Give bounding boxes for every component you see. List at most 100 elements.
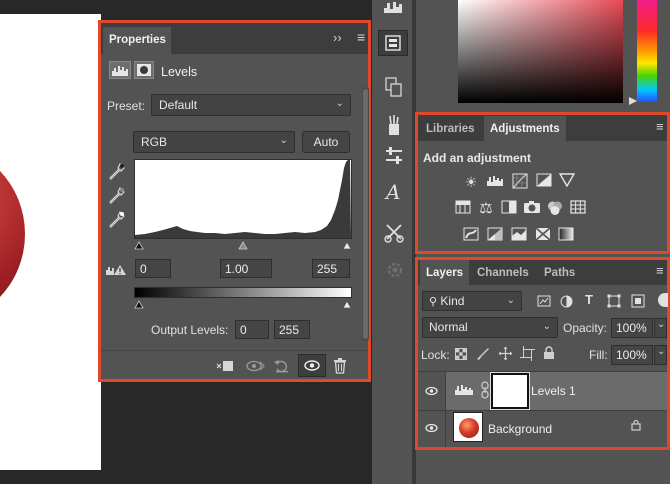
collapse-panel-icon[interactable]: ››	[333, 31, 342, 44]
histogram-panel-icon[interactable]	[383, 0, 405, 17]
chevron-down-icon: ⌄	[506, 295, 515, 306]
tool-presets-icon[interactable]	[384, 146, 404, 169]
opacity-chevron-icon[interactable]: ⌄	[654, 318, 667, 338]
layers-panel: Layers Channels Paths ≡ ⚲ Kind ⌄ T Norma…	[415, 257, 670, 450]
pixel-layer-filter-icon[interactable]	[537, 295, 551, 310]
panel-menu-icon[interactable]: ≡	[656, 120, 664, 133]
color-field[interactable]	[458, 0, 623, 103]
vibrance-icon[interactable]	[558, 173, 576, 191]
layer-filter-dropdown[interactable]: ⚲ Kind ⌄	[422, 291, 522, 311]
input-levels-slider[interactable]	[134, 239, 352, 251]
auto-button[interactable]: Auto	[302, 131, 350, 153]
visibility-toggle[interactable]	[418, 411, 446, 447]
visibility-toggle[interactable]	[418, 372, 446, 410]
trash-icon[interactable]	[332, 357, 348, 376]
lock-artboard-icon[interactable]	[520, 346, 535, 364]
output-levels-slider[interactable]	[134, 298, 352, 310]
clipping-warning-icon[interactable]	[105, 264, 127, 279]
opacity-field[interactable]: 100%	[611, 318, 653, 338]
levels-adjustment-icon[interactable]	[109, 61, 131, 79]
character-panel-icon[interactable]: A	[386, 180, 400, 204]
smart-object-filter-icon[interactable]	[631, 294, 645, 311]
output-levels-label: Output Levels:	[151, 323, 229, 337]
levels-icon[interactable]	[486, 173, 504, 191]
exposure-icon[interactable]	[535, 173, 553, 191]
tab-layers[interactable]: Layers	[420, 260, 470, 285]
scrollbar-thumb[interactable]	[363, 89, 368, 339]
panel-menu-icon[interactable]: ≡	[656, 264, 664, 277]
search-icon: ⚲	[429, 296, 438, 308]
hue-saturation-icon[interactable]	[454, 200, 472, 218]
gradient-map-icon[interactable]	[557, 227, 575, 245]
add-adjustment-heading: Add an adjustment	[423, 151, 532, 165]
invert-icon[interactable]	[462, 227, 480, 245]
blend-mode-value: Normal	[429, 320, 468, 334]
reset-adjustment-icon[interactable]	[273, 358, 291, 376]
levels-layer-icon	[454, 382, 474, 399]
document-image[interactable]	[0, 14, 101, 470]
levels-histogram[interactable]	[134, 159, 352, 239]
bottom-divider	[101, 350, 368, 351]
shape-layer-filter-icon[interactable]	[607, 294, 621, 311]
white-point-eyedropper-icon[interactable]	[109, 210, 125, 232]
clip-to-layer-icon[interactable]	[215, 358, 235, 376]
gray-point-eyedropper-icon[interactable]	[109, 186, 125, 208]
properties-scrollbar[interactable]	[362, 87, 369, 341]
properties-panel-icon[interactable]	[378, 30, 408, 56]
blend-mode-dropdown[interactable]: Normal ⌄	[422, 317, 558, 338]
tab-paths[interactable]: Paths	[538, 260, 581, 287]
curves-icon[interactable]	[511, 173, 529, 191]
properties-tab-bar: Properties ›› ≡	[101, 23, 368, 54]
tab-properties[interactable]: Properties	[103, 27, 171, 54]
photo-filter-icon[interactable]	[523, 200, 541, 218]
input-black-field[interactable]: 0	[135, 259, 171, 278]
layers-panel-footer	[416, 453, 670, 484]
brightness-contrast-icon[interactable]: ☀	[462, 173, 480, 191]
fill-chevron-icon[interactable]: ⌄	[654, 345, 667, 365]
lock-label: Lock:	[421, 348, 450, 362]
adjustments-panel: Libraries Adjustments ≡ Add an adjustmen…	[415, 112, 670, 254]
lock-position-icon[interactable]	[498, 346, 513, 364]
lock-all-icon[interactable]	[543, 346, 555, 363]
panel-menu-icon[interactable]: ≡	[357, 30, 365, 44]
layer-comps-icon[interactable]	[384, 76, 404, 101]
tab-libraries[interactable]: Libraries	[420, 116, 481, 143]
input-gamma-field[interactable]: 1.00	[220, 259, 272, 278]
input-white-field[interactable]: 255	[312, 259, 350, 278]
selective-color-icon[interactable]	[534, 227, 552, 245]
lock-image-pixels-icon[interactable]	[476, 347, 490, 364]
color-balance-icon[interactable]: ⚖	[477, 200, 495, 218]
output-white-field[interactable]: 255	[274, 320, 310, 339]
color-lookup-icon[interactable]	[569, 200, 587, 218]
channel-value: RGB	[141, 135, 168, 149]
tab-adjustments[interactable]: Adjustments	[484, 116, 566, 141]
tab-channels[interactable]: Channels	[471, 260, 535, 287]
output-black-field[interactable]: 0	[235, 320, 269, 339]
mask-link-icon[interactable]	[480, 381, 490, 402]
adjustment-layer-filter-icon[interactable]	[560, 295, 573, 311]
channel-dropdown[interactable]: RGB ⌄	[133, 131, 295, 153]
fill-field[interactable]: 100%	[611, 345, 653, 365]
layer-name-background[interactable]: Background	[488, 422, 552, 436]
background-layer-thumbnail[interactable]	[453, 412, 483, 442]
hue-slider[interactable]	[637, 0, 657, 102]
posterize-icon[interactable]	[486, 227, 504, 245]
properties-panel: Properties ›› ≡ Levels Preset: Default ⌄…	[98, 20, 371, 382]
black-white-icon[interactable]	[500, 200, 518, 218]
lock-transparent-pixels-icon[interactable]	[455, 348, 467, 363]
view-previous-state-icon[interactable]	[245, 358, 265, 376]
filter-toggle-icon[interactable]	[658, 293, 668, 307]
preset-dropdown[interactable]: Default ⌄	[151, 94, 351, 116]
clone-source-icon[interactable]	[384, 222, 404, 247]
brush-presets-icon[interactable]	[384, 114, 404, 139]
toggle-visibility-button[interactable]	[298, 354, 326, 377]
filter-kind-value: Kind	[440, 294, 465, 308]
gear-icon[interactable]	[385, 260, 405, 283]
threshold-icon[interactable]	[510, 227, 528, 245]
black-point-eyedropper-icon[interactable]	[109, 162, 125, 184]
channel-mixer-icon[interactable]	[546, 200, 564, 218]
type-layer-filter-icon[interactable]: T	[585, 292, 593, 307]
layer-mask-icon[interactable]	[134, 61, 154, 79]
layer-mask-thumbnail[interactable]	[490, 372, 530, 410]
layer-name-levels-1[interactable]: Levels 1	[531, 384, 576, 398]
